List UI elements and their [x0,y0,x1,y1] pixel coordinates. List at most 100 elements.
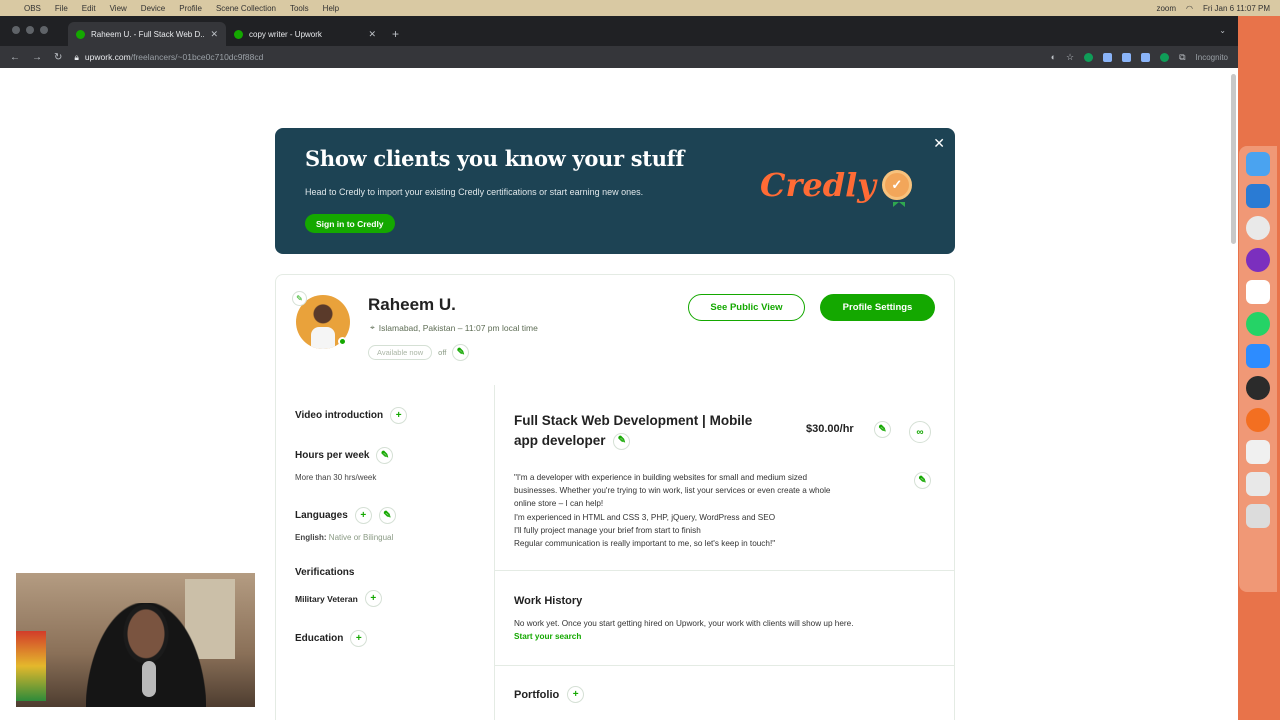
address-bar[interactable]: 🔒︎ upwork.com/freelancers/~01bce0c710dc9… [74,52,1038,63]
vlc-app-icon[interactable] [1246,408,1270,432]
reload-icon[interactable]: ↻ [54,52,62,63]
chrome-app-icon[interactable] [1246,216,1270,240]
add-military-plus-icon[interactable]: + [364,590,382,607]
work-history-text: No work yet. Once you start getting hire… [514,619,854,628]
edit-rate-pencil-icon[interactable]: ✎ [874,421,891,438]
start-search-link[interactable]: Start your search [514,632,581,641]
profile-description: "I'm a developer with experience in buil… [514,471,904,550]
education-section: Education + [295,630,368,647]
close-tab-icon[interactable]: ✕ [368,29,376,40]
menu-item-file[interactable]: File [55,4,68,13]
add-video-plus-icon[interactable]: + [390,407,408,424]
verifications-section: Verifications [295,567,354,578]
section-divider [494,665,955,666]
menu-item-tools[interactable]: Tools [290,4,309,13]
location-pin-icon: ⌖ [370,322,375,332]
whatsapp-app-icon[interactable] [1246,312,1270,336]
profile-card: ✎ Raheem U. ⌖ Islamabad, Pakistan – 11:0… [275,274,955,720]
new-tab-button[interactable]: + [384,27,407,46]
extension-icon[interactable] [1160,52,1170,62]
close-banner-icon[interactable]: ✕ [933,135,945,152]
video-introduction-section: Video introduction + [295,407,408,424]
obs-app-icon[interactable] [1246,376,1270,400]
hours-value: More than 30 hrs/week [295,473,377,482]
section-divider [494,570,955,571]
badge-check-icon: ✓ [881,170,912,207]
availability-row: Available now off ✎ [368,344,470,361]
clock[interactable]: Fri Jan 6 11:07 PM [1203,4,1270,13]
microphone-icon [142,661,156,697]
menu-item-view[interactable]: View [110,4,127,13]
webcam-overlay [15,572,256,708]
see-public-view-button[interactable]: See Public View [688,294,805,321]
add-language-plus-icon[interactable]: + [354,507,372,524]
edit-hours-pencil-icon[interactable]: ✎ [376,447,394,464]
available-now-badge[interactable]: Available now [368,345,433,360]
url-path: /freelancers/~01bce0c710dc9f88cd [130,52,264,62]
edit-availability-pencil-icon[interactable]: ✎ [452,344,470,361]
portfolio-section: Portfolio + [514,686,585,703]
puzzle-extensions-icon[interactable]: ⧉ [1179,52,1185,63]
wifi-icon[interactable]: ◠ [1186,4,1193,13]
bookmark-star-icon[interactable]: ☆ [1066,52,1074,63]
macos-dock [1239,146,1277,592]
downloads-folder-icon[interactable] [1246,472,1270,496]
availability-state: off [438,348,447,357]
trash-icon[interactable] [1246,504,1270,528]
document-app-icon[interactable] [1246,440,1270,464]
add-portfolio-plus-icon[interactable]: + [567,686,585,703]
firefox-app-icon[interactable] [1246,248,1270,272]
extension-icon[interactable] [1141,52,1151,62]
credly-banner: Show clients you know your stuff Head to… [275,128,955,254]
extension-icon[interactable] [1122,52,1132,62]
add-education-plus-icon[interactable]: + [350,630,368,647]
hourly-rate: $30.00/hr [806,423,854,435]
menu-item-app[interactable]: OBS [24,4,41,13]
extensions-area: ◐ ☆ ⧉ Incognito [1051,52,1228,63]
sign-in-credly-button[interactable]: Sign in to Credly [305,214,395,233]
edit-language-pencil-icon[interactable]: ✎ [378,507,396,524]
military-veteran-row: Military Veteran + [295,590,382,607]
tab-title: copy writer - Upwork [249,29,322,39]
profile-settings-button[interactable]: Profile Settings [820,294,935,321]
edit-avatar-pencil-icon[interactable]: ✎ [292,291,307,306]
upwork-favicon-icon [76,29,85,39]
tab-profile[interactable]: Raheem U. - Full Stack Web D... ✕ [68,22,226,46]
menu-item-edit[interactable]: Edit [82,4,96,13]
language-name: English: [295,533,327,542]
languages-section: Languages + ✎ [295,507,396,524]
share-link-icon[interactable]: ∞ [909,421,931,443]
maximize-window-button[interactable] [40,26,48,34]
credly-logo: Credly ✓ [760,166,912,207]
education-label: Education [295,633,344,644]
menu-item-device[interactable]: Device [141,4,165,13]
browser-toolbar: ← → ↻ 🔒︎ upwork.com/freelancers/~01bce0c… [0,46,1238,68]
tab-copywriter[interactable]: copy writer - Upwork ✕ [226,22,384,46]
tab-search-chevron-icon[interactable]: ⌄ [1219,26,1226,35]
vscode-app-icon[interactable] [1246,184,1270,208]
description-line: I'll fully project manage your brief fro… [514,525,701,535]
eye-off-icon[interactable]: ◐ [1051,52,1056,62]
language-entry: English: Native or Bilingual [295,533,393,542]
menu-item-profile[interactable]: Profile [179,4,202,13]
extension-icon[interactable] [1103,52,1113,62]
finder-app-icon[interactable] [1246,152,1270,176]
tab-title: Raheem U. - Full Stack Web D... [91,29,205,39]
minimize-window-button[interactable] [26,26,34,34]
upwork-favicon-icon [234,29,243,39]
zoom-status-item[interactable]: zoom [1156,4,1176,13]
grammarly-extension-icon[interactable] [1084,52,1094,62]
back-arrow-icon[interactable]: ← [10,52,20,63]
close-window-button[interactable] [12,26,20,34]
edit-headline-pencil-icon[interactable]: ✎ [613,432,631,450]
edit-description-pencil-icon[interactable]: ✎ [914,472,931,489]
close-tab-icon[interactable]: ✕ [210,29,218,40]
incognito-indicator[interactable]: Incognito [1196,53,1228,62]
menu-item-scene-collection[interactable]: Scene Collection [216,4,276,13]
column-divider [494,385,495,720]
forward-arrow-icon[interactable]: → [32,52,42,63]
page-scrollbar[interactable] [1231,74,1236,244]
slack-app-icon[interactable] [1246,280,1270,304]
zoom-app-icon[interactable] [1246,344,1270,368]
menu-item-help[interactable]: Help [323,4,339,13]
